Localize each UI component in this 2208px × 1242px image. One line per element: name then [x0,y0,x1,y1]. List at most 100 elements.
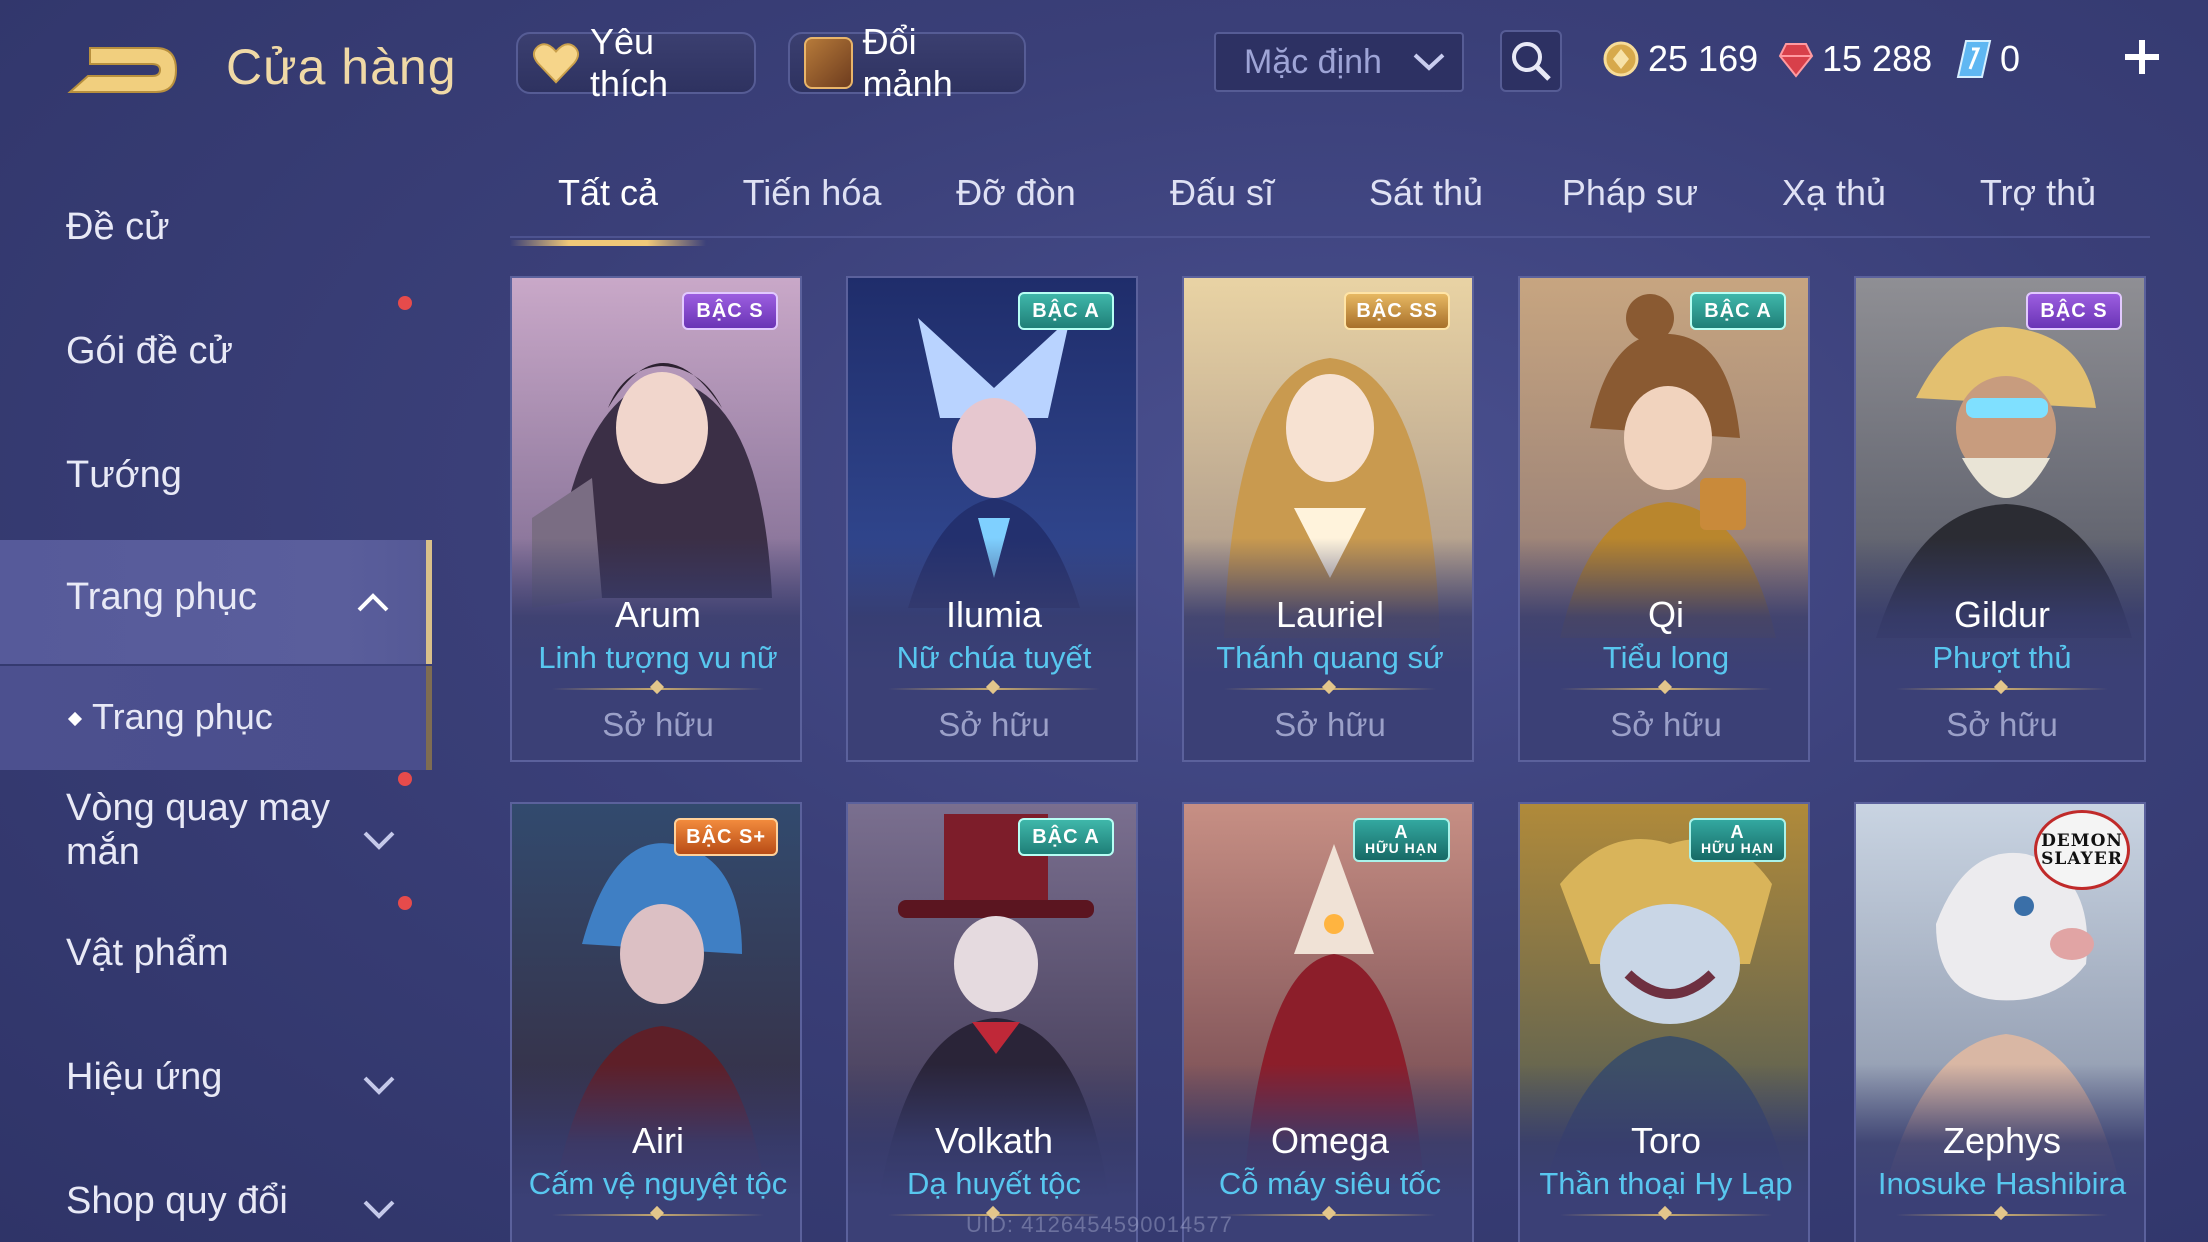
add-currency-button[interactable] [2118,30,2166,84]
bullet-diamond-icon [67,712,83,727]
skin-name: Dạ huyết tộc [906,1166,1082,1201]
chevron-up-icon [357,593,389,612]
skin-card[interactable]: BẬC A Ilumia Nữ chúa tuyết Sở hữu [846,276,1138,762]
tier-badge: BẬC A [1690,292,1786,330]
notification-dot [398,296,412,310]
skin-card[interactable]: BẬC A Qi Tiểu long Sở hữu [1518,276,1810,762]
sidebar-item-exchange-shop[interactable]: Shop quy đổi [0,1180,432,1240]
favorites-button[interactable]: Yêu thích [516,21,756,104]
tier-badge: BẬC S [2026,292,2122,330]
hero-name: Volkath [934,1120,1054,1161]
back-button[interactable] [60,30,190,110]
ruby-amount: 15 288 [1822,38,1933,79]
skin-name: Thánh quang sứ [1216,640,1444,675]
sidebar-item-skins[interactable]: Trang phục [0,540,432,664]
gold-currency: 25 169 [1602,34,1758,84]
hero-name: Toro [1630,1120,1702,1161]
treasure-chest-icon [804,37,853,89]
ownership-status: Sở hữu [1610,706,1722,743]
hero-name: Omega [1270,1120,1390,1161]
tab-label: Đỡ đòn [956,172,1076,213]
sort-dropdown[interactable]: Mặc định [1214,32,1464,92]
tier-badge-grade: A [1730,822,1745,842]
sidebar-item-lucky-wheel[interactable]: Vòng quay may mắn [0,772,432,896]
tab-label: Pháp sư [1561,172,1699,213]
voucher-amount: 0 [2000,38,2021,79]
top-bar: Cửa hàng Yêu thích Đổi mảnh Mặc định 25 … [0,0,2208,140]
tab-support[interactable]: Trợ thủ [1940,172,2136,232]
tier-badge: BẬC A [1018,292,1114,330]
skin-card[interactable]: A HỮU HẠN Toro Thần thoại Hy Lạp [1518,802,1810,1242]
skin-name: Tiểu long [1602,640,1730,675]
sidebar-item-label: Đề cử [66,206,170,248]
ownership-status: Sở hữu [1274,706,1386,743]
exchange-shards-button[interactable]: Đổi mảnh [788,21,1026,104]
plus-icon [2125,40,2159,74]
skin-card[interactable]: BẬC A Volkath Dạ huyết tộc [846,802,1138,1242]
gold-amount: 25 169 [1648,38,1759,79]
sidebar-item-label: Vật phẩm [66,932,229,974]
sidebar-item-recommended[interactable]: Đề cử [0,206,432,266]
ruby-currency: 15 288 [1778,34,1932,84]
limited-tier-badge: A HỮU HẠN [1688,818,1786,862]
voucher-icon [1956,40,1992,78]
sidebar-subitem-row: Trang phục [67,696,426,738]
tab-mage[interactable]: Pháp sư [1532,172,1728,232]
hero-name: Arum [614,594,701,635]
tab-fighter[interactable]: Đấu sĩ [1124,172,1320,232]
role-filter-tabs: Tất cả Tiến hóa Đỡ đòn Đấu sĩ Sát thủ Ph… [510,160,2150,246]
skin-name: Cấm vệ nguyệt tộc [528,1166,788,1201]
tab-label: Sát thủ [1368,172,1484,213]
favorites-label: Yêu thích [590,21,669,104]
hero-name: Lauriel [1275,594,1385,635]
page-title: Cửa hàng [226,39,457,95]
sidebar-item-items[interactable]: Vật phẩm [0,896,432,992]
sidebar-item-label: Gói đề cử [66,330,233,372]
search-button[interactable] [1500,30,1562,92]
skin-name: Nữ chúa tuyết [896,640,1092,675]
sidebar-item-label: Tướng [66,454,182,496]
hero-name: Gildur [1953,594,2051,635]
tab-label: Đấu sĩ [1169,172,1275,213]
tab-marksman[interactable]: Xạ thủ [1736,172,1932,232]
skin-card[interactable]: BẬC S+ Airi Cấm vệ nguyệt tộc [510,802,802,1242]
skin-name: Inosuke Hashibira [1877,1166,2127,1201]
tier-badge: BẬC S+ [674,818,778,856]
user-id-watermark: UID: 4126454590014577 [966,1212,1233,1237]
sidebar-subitem-skins[interactable]: Trang phục [0,666,432,770]
tier-badge: BẬC SS [1344,292,1450,330]
notification-dot [398,896,412,910]
tier-badge-limited: HỮU HẠN [1364,840,1438,856]
sidebar: Đề cử Gói đề cử Tướng Trang phục Trang p… [0,150,432,1242]
notification-dot [398,772,412,786]
tier-badge-limited: HỮU HẠN [1700,840,1774,856]
tab-tank[interactable]: Đỡ đòn [918,172,1114,232]
tab-all[interactable]: Tất cả [510,172,706,246]
tier-badge: BẬC S [682,292,778,330]
gold-coin-icon [1603,41,1639,77]
tab-assassin[interactable]: Sát thủ [1328,172,1524,232]
skin-grid: BẬC S Arum Linh tượng vu nữ Sở hữu BẬC A… [510,276,2150,1242]
ruby-gem-icon [1778,43,1814,78]
skin-card[interactable]: A HỮU HẠN Omega Cỗ máy siêu tốc [1182,802,1474,1242]
hero-name: Qi [1648,594,1684,635]
sidebar-item-recommended-packs[interactable]: Gói đề cử [0,296,432,390]
tab-evolution[interactable]: Tiến hóa [714,172,910,232]
hero-name: Airi [632,1120,684,1161]
skin-name: Cỗ máy siêu tốc [1218,1166,1442,1201]
skin-card[interactable]: BẬC S Gildur Phượt thủ Sở hữu [1854,276,2146,762]
tab-label: Tất cả [557,172,659,213]
tab-label: Xạ thủ [1781,172,1887,213]
hero-name: Ilumia [945,594,1043,635]
sidebar-item-heroes[interactable]: Tướng [0,454,432,514]
heart-icon [532,43,580,84]
skin-card[interactable]: BẬC SS Lauriel Thánh quang sứ Sở hữu [1182,276,1474,762]
back-arrow-icon [67,47,178,93]
sort-selected-value: Mặc định [1244,42,1382,81]
chevron-down-icon [363,1200,395,1219]
sidebar-item-effects[interactable]: Hiệu ứng [0,1056,432,1116]
sidebar-subitem-label: Trang phục [92,696,273,737]
skin-card[interactable]: BẬC S Arum Linh tượng vu nữ Sở hữu [510,276,802,762]
limited-tier-badge: A HỮU HẠN [1352,818,1450,862]
skin-card[interactable]: DEMON SLAYER Zephys Inosuke Hashibira [1854,802,2146,1242]
